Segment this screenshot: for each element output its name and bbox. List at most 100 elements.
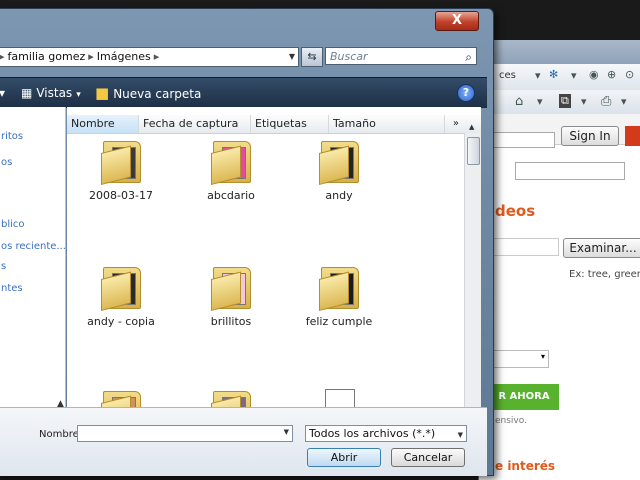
search-placeholder: Buscar — [330, 50, 368, 63]
dropdown-arrow-icon[interactable]: ▾ — [535, 69, 541, 82]
page-text-field[interactable] — [515, 162, 625, 180]
chevron-down-icon[interactable]: ▼ — [289, 48, 295, 66]
open-button[interactable]: Abrir — [307, 448, 381, 467]
sign-in-button[interactable]: Sign In — [561, 126, 619, 146]
search-input[interactable]: Buscar ⌕ — [325, 47, 477, 65]
folder-icon — [101, 137, 141, 185]
vertical-scrollbar[interactable]: ▲ — [464, 123, 481, 407]
dropdown-arrow-icon[interactable]: ▾ — [621, 95, 627, 108]
nav-item[interactable]: ritos — [1, 131, 23, 142]
file-list-area: Nombre Fecha de captura Etiquetas Tamaño… — [67, 107, 481, 407]
command-bar: ▾ ▦ Vistas ▾ ■ Nueva carpeta ? — [0, 77, 487, 108]
image-thumbnail — [325, 389, 355, 407]
views-label: Vistas — [36, 86, 73, 100]
file-item[interactable]: feliz cumple — [299, 263, 379, 328]
videos-heading: deos — [495, 202, 536, 220]
background-browser-window: ces ▾ ✻ ▾ ◉ ⊕ ⊙ ⌂ ▾ ⧉ ▾ ⎙ ▾ Sign In deos… — [478, 40, 640, 480]
chevron-down-icon[interactable]: ▼ — [284, 428, 289, 436]
join-button[interactable] — [625, 126, 640, 146]
dropdown-arrow-icon[interactable]: ▾ — [537, 95, 543, 108]
file-item-label: andy - copia — [87, 315, 155, 328]
rss-feed-icon[interactable]: ⧉ — [559, 94, 571, 108]
browser-page-content: Sign In deos Examinar... Ex: tree, green… — [479, 114, 640, 480]
upload-now-button[interactable]: R AHORA — [489, 384, 559, 410]
folder-icon — [211, 387, 251, 407]
file-item[interactable]: 2008-03-17 — [81, 137, 161, 202]
browser-favorites-bar: ces ▾ ✻ ▾ ◉ ⊕ ⊙ — [479, 64, 640, 91]
browser-titlebar — [479, 40, 640, 64]
browse-button[interactable]: Examinar... — [563, 238, 640, 258]
file-item[interactable]: andy — [299, 137, 379, 202]
file-item-label: brillitos — [210, 315, 252, 328]
more-columns-icon[interactable]: » — [453, 115, 459, 133]
views-button[interactable]: ▦ Vistas ▾ — [21, 78, 81, 110]
refresh-icon[interactable]: ⊕ — [607, 68, 616, 81]
views-icon: ▦ — [21, 86, 33, 100]
new-folder-button[interactable]: ■ Nueva carpeta — [95, 78, 201, 109]
print-icon[interactable]: ⎙ — [601, 94, 611, 109]
file-item-label: andy — [325, 189, 353, 202]
chevron-right-icon: ▸ — [0, 50, 8, 63]
favorites-text: ces — [499, 70, 516, 81]
scroll-up-icon[interactable]: ▲ — [469, 123, 474, 131]
file-item[interactable] — [191, 387, 271, 407]
folder-icon — [319, 137, 359, 185]
breadcrumb-item[interactable]: Imágenes — [97, 50, 151, 63]
filename-input[interactable]: ▼ — [77, 425, 293, 442]
dialog-footer: Nombre ▼ Todos los archivos (*.*) ▼ Abri… — [0, 407, 487, 476]
history-icon[interactable]: ◉ — [589, 68, 599, 81]
add-icon[interactable]: ⊙ — [625, 68, 634, 81]
nav-item[interactable]: blico — [1, 219, 25, 230]
nav-item[interactable]: ntes — [1, 283, 23, 294]
folder-icon — [211, 263, 251, 311]
close-button[interactable]: X — [435, 11, 479, 31]
file-item[interactable]: brillitos — [191, 263, 271, 328]
folder-icon — [211, 137, 251, 185]
refresh-button[interactable]: ⇆ — [301, 47, 323, 67]
navigation-pane: ritos os blico os reciente... s ntes ▲ — [0, 107, 66, 409]
column-header-name[interactable]: Nombre — [67, 115, 139, 133]
file-item-label: abcdario — [207, 189, 255, 202]
folder-icon — [101, 387, 141, 407]
refresh-icon: ⇆ — [307, 50, 317, 63]
help-icon[interactable]: ? — [457, 84, 475, 102]
search-icon[interactable]: ⌕ — [465, 48, 472, 66]
column-header-row: Nombre Fecha de captura Etiquetas Tamaño… — [67, 115, 481, 134]
note-text: ensivo. — [495, 416, 527, 426]
column-header-date[interactable]: Fecha de captura — [139, 115, 251, 133]
column-header-tags[interactable]: Etiquetas — [251, 115, 329, 133]
views-dropdown-arrow[interactable]: ▾ — [0, 78, 5, 108]
hint-text: Ex: tree, green — [569, 269, 640, 280]
dropdown-arrow-icon[interactable]: ▾ — [581, 95, 587, 108]
file-item[interactable]: abcdario — [191, 137, 271, 202]
nav-item[interactable]: s — [1, 261, 6, 272]
filename-label: Nombre — [39, 429, 79, 440]
open-file-dialog: X ▸familia gomez▸Imágenes▸ ▼ ⇆ Buscar ⌕ … — [0, 8, 494, 476]
file-type-value: Todos los archivos (*.*) — [309, 427, 436, 440]
file-item[interactable]: andy - copia — [81, 263, 161, 328]
chevron-down-icon: ▾ — [76, 90, 81, 100]
chevron-down-icon: ▼ — [457, 431, 463, 439]
file-item[interactable] — [299, 387, 379, 407]
scroll-thumb[interactable] — [467, 137, 480, 165]
dropdown-arrow-icon[interactable]: ▾ — [571, 69, 577, 82]
new-folder-icon: ■ — [95, 84, 110, 102]
new-folder-label: Nueva carpeta — [113, 87, 202, 101]
address-bar[interactable]: ▸familia gomez▸Imágenes▸ ▼ — [0, 47, 299, 67]
browser-command-bar: ⌂ ▾ ⧉ ▾ ⎙ ▾ — [479, 90, 640, 115]
related-heading: e interés — [495, 459, 556, 473]
column-header-size[interactable]: Tamaño — [329, 115, 445, 133]
cancel-button[interactable]: Cancelar — [391, 448, 465, 467]
folder-icon — [319, 263, 359, 311]
home-icon[interactable]: ⌂ — [515, 94, 523, 109]
breadcrumb-item[interactable]: familia gomez — [8, 50, 86, 63]
file-item[interactable] — [81, 387, 161, 407]
messenger-icon[interactable]: ✻ — [549, 68, 558, 81]
file-item-label: 2008-03-17 — [89, 189, 153, 202]
nav-item[interactable]: os reciente... — [1, 241, 66, 252]
file-type-select[interactable]: Todos los archivos (*.*) ▼ — [305, 425, 467, 442]
file-item-label: feliz cumple — [305, 315, 373, 328]
chevron-down-icon: ▾ — [540, 352, 545, 361]
nav-item[interactable]: os — [1, 157, 12, 168]
chevron-right-icon: ▸ — [88, 50, 94, 63]
